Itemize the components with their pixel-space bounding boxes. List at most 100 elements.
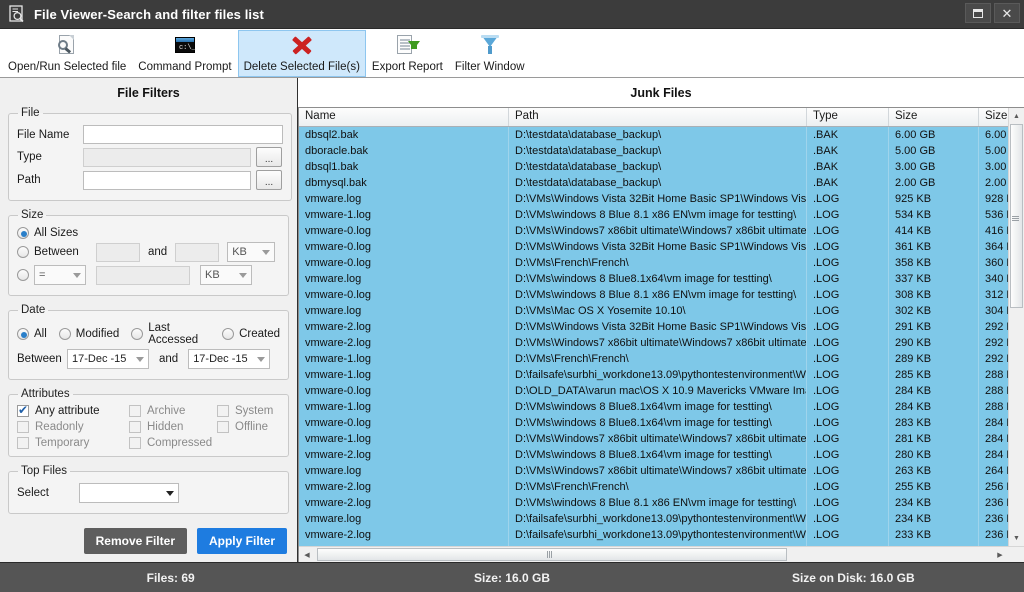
attribute-label: Any attribute bbox=[35, 405, 100, 417]
toolbar-command-prompt[interactable]: c:\_ Command Prompt bbox=[132, 30, 237, 77]
horizontal-scrollbar-track[interactable] bbox=[315, 547, 992, 562]
compare-operator-select[interactable]: = bbox=[34, 265, 86, 285]
attribute-archive[interactable]: Archive bbox=[129, 405, 217, 417]
horizontal-scrollbar[interactable]: ◀ ▶ bbox=[299, 546, 1024, 562]
vertical-scrollbar-track[interactable] bbox=[1009, 124, 1024, 530]
table-row[interactable]: vmware-0.logD:\OLD_DATA\varun mac\OS X 1… bbox=[299, 383, 1008, 399]
file-name-input[interactable] bbox=[83, 125, 283, 144]
table-row[interactable]: vmware-0.logD:\VMs\windows 8 Blue8.1x64\… bbox=[299, 415, 1008, 431]
vertical-scrollbar[interactable]: ▲ ▼ bbox=[1008, 108, 1024, 546]
top-files-select[interactable] bbox=[79, 483, 179, 503]
table-row[interactable]: vmware-1.logD:\VMs\Windows7 x86bit ultim… bbox=[299, 431, 1008, 447]
date-option-all[interactable]: All bbox=[17, 328, 47, 340]
path-browse-button[interactable]: ... bbox=[256, 170, 282, 190]
date-from-picker[interactable]: 17-Dec -15 bbox=[67, 349, 149, 369]
apply-filter-button[interactable]: Apply Filter bbox=[197, 528, 287, 554]
table-row[interactable]: vmware.logD:\failsafe\surbhi_workdone13.… bbox=[299, 511, 1008, 527]
table-row[interactable]: vmware-1.logD:\VMs\windows 8 Blue8.1x64\… bbox=[299, 399, 1008, 415]
all-sizes-row[interactable]: All Sizes bbox=[17, 227, 280, 239]
scroll-down-icon[interactable]: ▼ bbox=[1009, 530, 1024, 546]
attribute-any-attribute[interactable]: Any attribute bbox=[17, 405, 129, 417]
archive-checkbox[interactable] bbox=[129, 405, 141, 417]
attribute-system[interactable]: System bbox=[217, 405, 280, 417]
all-sizes-radio[interactable] bbox=[17, 227, 29, 239]
horizontal-scrollbar-thumb[interactable] bbox=[317, 548, 787, 561]
cell-path: D:\failsafe\surbhi_workdone13.09\pythont… bbox=[509, 511, 807, 527]
table-row[interactable]: vmware-0.logD:\VMs\Windows7 x86bit ultim… bbox=[299, 223, 1008, 239]
compare-unit-select[interactable]: KB bbox=[200, 265, 252, 285]
column-header-size[interactable]: Size bbox=[889, 108, 979, 126]
toolbar-export-report[interactable]: Export Report bbox=[366, 30, 449, 77]
table-row[interactable]: vmware-1.logD:\VMs\French\French\.LOG289… bbox=[299, 351, 1008, 367]
table-row[interactable]: vmware-0.logD:\VMs\Windows Vista 32Bit H… bbox=[299, 239, 1008, 255]
size-from-input[interactable] bbox=[96, 243, 140, 262]
remove-filter-button[interactable]: Remove Filter bbox=[84, 528, 187, 554]
cell-name: vmware-0.log bbox=[299, 415, 509, 431]
table-row[interactable]: vmware-2.logD:\VMs\Windows7 x86bit ultim… bbox=[299, 335, 1008, 351]
date-option-modified[interactable]: Modified bbox=[59, 328, 119, 340]
hidden-checkbox[interactable] bbox=[129, 421, 141, 433]
attribute-compressed[interactable]: Compressed bbox=[129, 437, 217, 449]
table-row[interactable]: vmware-2.logD:\VMs\windows 8 Blue 8.1 x8… bbox=[299, 495, 1008, 511]
date-option-last-accessed[interactable]: Last Accessed bbox=[131, 322, 210, 346]
cell-size-on-disk: 288 KB bbox=[979, 367, 1008, 383]
compare-size-radio[interactable] bbox=[17, 269, 29, 281]
table-row[interactable]: vmware.logD:\VMs\Mac OS X Yosemite 10.10… bbox=[299, 303, 1008, 319]
column-header-name[interactable]: Name bbox=[299, 108, 509, 126]
system-checkbox[interactable] bbox=[217, 405, 229, 417]
offline-checkbox[interactable] bbox=[217, 421, 229, 433]
attribute-readonly[interactable]: Readonly bbox=[17, 421, 129, 433]
toolbar-delete-selected-files[interactable]: Delete Selected File(s) bbox=[238, 30, 366, 77]
table-row[interactable]: dbmysql.bakD:\testdata\database_backup\.… bbox=[299, 175, 1008, 191]
scroll-up-icon[interactable]: ▲ bbox=[1009, 108, 1024, 124]
table-row[interactable]: vmware-2.logD:\VMs\windows 8 Blue8.1x64\… bbox=[299, 447, 1008, 463]
table-row[interactable]: vmware-0.logD:\VMs\French\French\.LOG358… bbox=[299, 255, 1008, 271]
table-row[interactable]: vmware-2.logD:\failsafe\surbhi_workdone1… bbox=[299, 527, 1008, 543]
date-range-row: Between 17-Dec -15 and 17-Dec -15 bbox=[17, 349, 280, 369]
between-size-radio[interactable] bbox=[17, 246, 29, 258]
chevron-down-icon bbox=[136, 357, 144, 362]
table-row[interactable]: vmware-1.logD:\VMs\windows 8 Blue 8.1 x8… bbox=[299, 207, 1008, 223]
compare-value-input[interactable] bbox=[96, 266, 190, 285]
column-header-size-on-disk[interactable]: Size o bbox=[979, 108, 1008, 126]
table-row[interactable]: dbsql2.bakD:\testdata\database_backup\.B… bbox=[299, 127, 1008, 143]
date-created-radio[interactable] bbox=[222, 328, 234, 340]
column-header-path[interactable]: Path bbox=[509, 108, 807, 126]
compressed-checkbox[interactable] bbox=[129, 437, 141, 449]
attribute-hidden[interactable]: Hidden bbox=[129, 421, 217, 433]
date-to-picker[interactable]: 17-Dec -15 bbox=[188, 349, 270, 369]
table-row[interactable]: vmware-0.logD:\VMs\windows 8 Blue 8.1 x8… bbox=[299, 287, 1008, 303]
table-row[interactable]: vmware.logD:\VMs\Windows Vista 32Bit Hom… bbox=[299, 191, 1008, 207]
maximize-button[interactable] bbox=[965, 3, 991, 23]
table-row[interactable]: dboracle.bakD:\testdata\database_backup\… bbox=[299, 143, 1008, 159]
scroll-right-icon[interactable]: ▶ bbox=[992, 547, 1008, 563]
date-option-created[interactable]: Created bbox=[222, 328, 280, 340]
scroll-left-icon[interactable]: ◀ bbox=[299, 547, 315, 563]
attribute-offline[interactable]: Offline bbox=[217, 421, 280, 433]
cell-path: D:\testdata\database_backup\ bbox=[509, 143, 807, 159]
table-row[interactable]: dbsql1.bakD:\testdata\database_backup\.B… bbox=[299, 159, 1008, 175]
type-browse-button[interactable]: ... bbox=[256, 147, 282, 167]
size-unit-select[interactable]: KB bbox=[227, 242, 275, 262]
size-to-input[interactable] bbox=[175, 243, 219, 262]
temporary-checkbox[interactable] bbox=[17, 437, 29, 449]
column-header-type[interactable]: Type bbox=[807, 108, 889, 126]
date-modified-radio[interactable] bbox=[59, 328, 71, 340]
date-last-accessed-radio[interactable] bbox=[131, 328, 143, 340]
table-row[interactable]: vmware.logD:\VMs\Windows7 x86bit ultimat… bbox=[299, 463, 1008, 479]
cell-type: .BAK bbox=[807, 175, 889, 191]
type-input[interactable] bbox=[83, 148, 251, 167]
path-input[interactable] bbox=[83, 171, 251, 190]
toolbar-open-run-selected-file[interactable]: Open/Run Selected file bbox=[2, 30, 132, 77]
attribute-temporary[interactable]: Temporary bbox=[17, 437, 129, 449]
table-row[interactable]: vmware-2.logD:\VMs\Windows Vista 32Bit H… bbox=[299, 319, 1008, 335]
table-row[interactable]: vmware-2.logD:\VMs\French\French\.LOG255… bbox=[299, 479, 1008, 495]
any-attribute-checkbox[interactable] bbox=[17, 405, 29, 417]
table-row[interactable]: vmware-1.logD:\failsafe\surbhi_workdone1… bbox=[299, 367, 1008, 383]
toolbar-filter-window[interactable]: Filter Window bbox=[449, 30, 531, 77]
table-row[interactable]: vmware.logD:\VMs\windows 8 Blue8.1x64\vm… bbox=[299, 271, 1008, 287]
close-button[interactable]: ✕ bbox=[994, 3, 1020, 23]
grid-main: Name Path Type Size Size o dbsql2.bakD:\… bbox=[299, 108, 1024, 546]
readonly-checkbox[interactable] bbox=[17, 421, 29, 433]
date-all-radio[interactable] bbox=[17, 328, 29, 340]
